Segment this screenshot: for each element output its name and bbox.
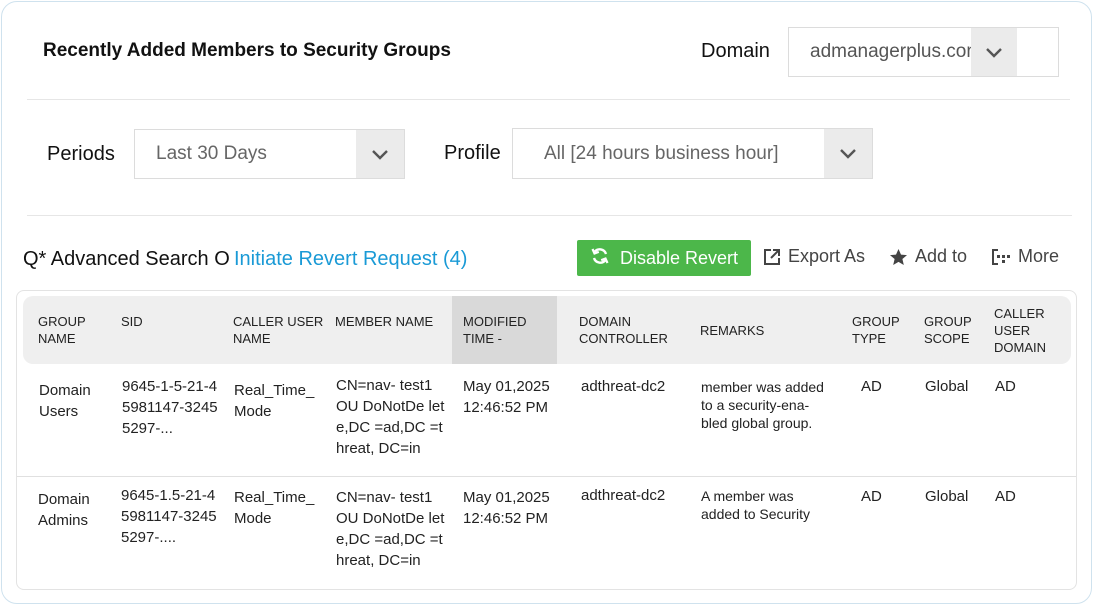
- col-caller-user-domain[interactable]: CALLER USER DOMAIN: [994, 305, 1066, 356]
- periods-select[interactable]: Last 30 Days: [134, 129, 405, 179]
- col-group-name[interactable]: GROUP NAME: [38, 313, 118, 347]
- cell-member-name: CN=nav- test1 OU DoNotDe lete,DC =ad,DC …: [336, 377, 445, 457]
- refresh-icon: [590, 246, 610, 271]
- disable-revert-label: Disable Revert: [619, 247, 739, 268]
- cell-domain-controller: adthreat-dc2: [581, 378, 666, 395]
- star-icon: [889, 248, 908, 266]
- more-label: More: [1018, 246, 1060, 266]
- chevron-down-icon[interactable]: [971, 28, 1017, 76]
- disable-revert-button[interactable]: Disable Revert: [577, 240, 751, 276]
- more-icon: [991, 248, 1011, 266]
- domain-select[interactable]: admanagerplus.com: [788, 27, 1059, 77]
- domain-select-value: admanagerplus.com: [810, 41, 983, 62]
- cell-group-type: AD: [861, 488, 882, 505]
- cell-caller-user-domain: AD: [995, 378, 1016, 395]
- export-as-button[interactable]: Export As: [763, 246, 865, 267]
- col-group-type[interactable]: GROUP TYPE: [852, 313, 912, 347]
- profile-select[interactable]: All [24 hours business hour]: [512, 128, 873, 179]
- col-group-scope[interactable]: GROUP SCOPE: [924, 313, 984, 347]
- advanced-search-link[interactable]: Q* Advanced Search O: [23, 248, 230, 271]
- cell-group-type: AD: [861, 378, 882, 395]
- add-to-button[interactable]: Add to: [889, 246, 967, 267]
- cell-caller-user-name: Real_Time_ Mode: [234, 382, 315, 420]
- export-as-label: Export As: [788, 246, 866, 266]
- chevron-down-icon[interactable]: [824, 129, 872, 178]
- members-table: GROUP NAME SID CALLER USER NAME MEMBER N…: [16, 290, 1077, 590]
- cell-group-scope: Global: [925, 488, 969, 505]
- col-caller-user-name[interactable]: CALLER USER NAME: [233, 313, 333, 347]
- initiate-revert-request-link[interactable]: Initiate Revert Request (4): [234, 248, 467, 271]
- divider: [27, 215, 1072, 216]
- cell-remarks: member was added to a security-ena- bled…: [701, 379, 824, 431]
- add-to-label: Add to: [915, 246, 968, 266]
- export-icon: [763, 248, 781, 266]
- cell-remarks: A member was added to Security: [701, 488, 810, 522]
- domain-label: Domain: [701, 40, 770, 62]
- cell-member-name: CN=nav- test1 OU DoNotDe lete,DC =ad,DC …: [336, 489, 445, 569]
- col-domain-controller[interactable]: DOMAIN CONTROLLER: [579, 313, 679, 347]
- cell-domain-controller: adthreat-dc2: [581, 487, 666, 504]
- profile-select-value: All [24 hours business hour]: [544, 142, 779, 164]
- cell-sid: 9645-1-5-21-45981147-32455297-...: [122, 378, 218, 437]
- cell-sid: 9645-1.5-21-45981147-32455297-....: [121, 487, 217, 546]
- more-button[interactable]: More: [991, 246, 1059, 267]
- divider: [27, 99, 1070, 100]
- cell-group-name: Domain Admins: [38, 491, 90, 529]
- profile-label: Profile: [444, 142, 501, 164]
- cell-caller-user-name: Real_Time_ Mode: [234, 489, 315, 527]
- cell-modified-time: May 01,2025 12:46:52 PM: [463, 378, 550, 416]
- cell-modified-time: May 01,2025 12:46:52 PM: [463, 489, 550, 527]
- cell-caller-user-domain: AD: [995, 488, 1016, 505]
- page-title: Recently Added Members to Security Group…: [43, 40, 451, 61]
- chevron-down-icon[interactable]: [356, 130, 404, 178]
- cell-group-name: Domain Users: [39, 382, 91, 420]
- col-modified-time[interactable]: MODIFIED TIME -: [463, 313, 548, 347]
- row-separator: [17, 476, 1076, 477]
- periods-select-value: Last 30 Days: [156, 143, 267, 164]
- periods-label: Periods: [47, 143, 115, 165]
- col-member-name[interactable]: MEMBER NAME: [335, 313, 435, 330]
- col-sid[interactable]: SID: [121, 313, 211, 330]
- col-remarks[interactable]: REMARKS: [700, 322, 800, 339]
- cell-group-scope: Global: [925, 378, 969, 395]
